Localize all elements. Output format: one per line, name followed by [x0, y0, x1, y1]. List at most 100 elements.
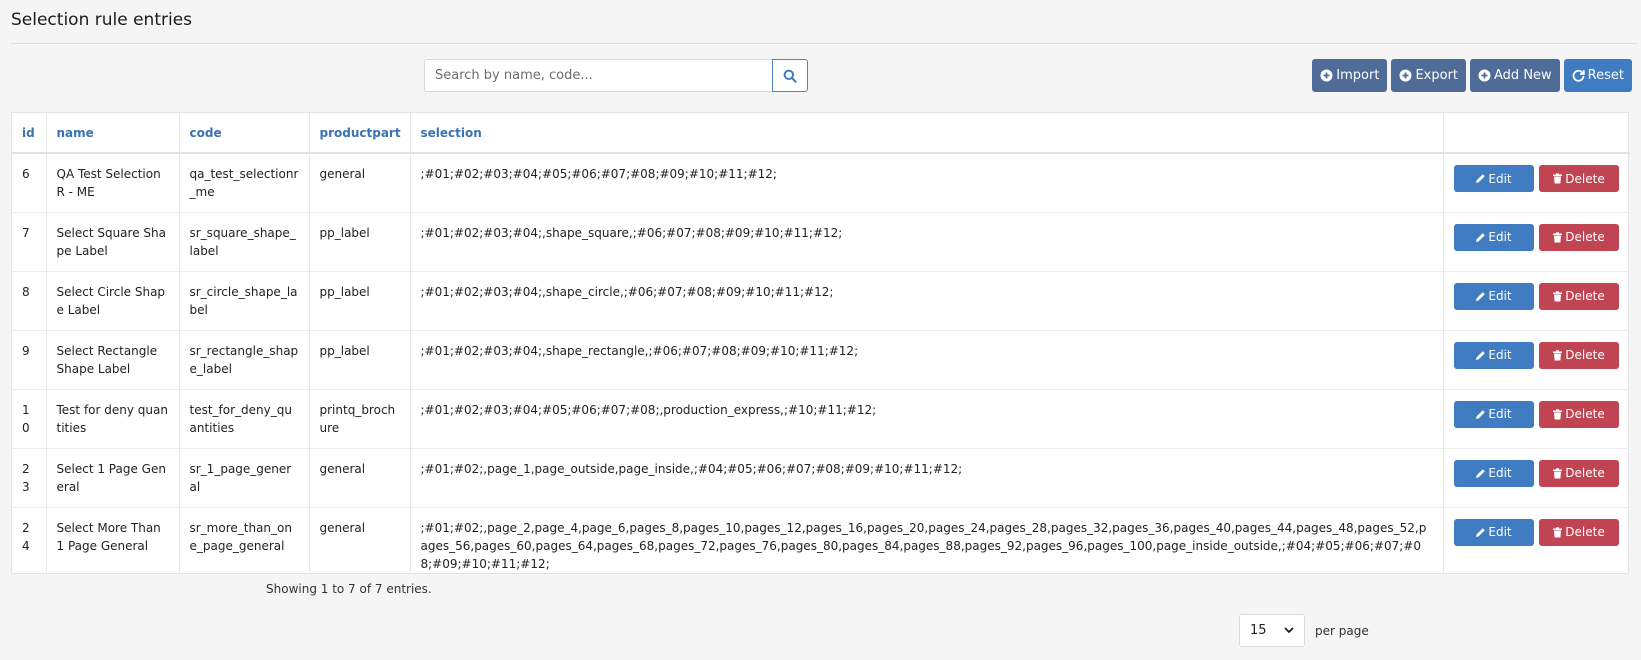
- entries-info: Showing 1 to 7 of 7 entries.: [266, 582, 432, 596]
- column-header-selection[interactable]: selection: [410, 113, 1444, 154]
- delete-button[interactable]: Delete: [1538, 518, 1619, 546]
- import-label: Import: [1336, 68, 1380, 83]
- cell-selection: ;#01;#02;,page_1,page_outside,page_insid…: [410, 447, 1444, 507]
- import-button[interactable]: Import: [1312, 59, 1388, 92]
- export-button[interactable]: Export: [1391, 59, 1467, 92]
- delete-button[interactable]: Delete: [1538, 223, 1619, 251]
- table-row: 24 Select More Than 1 Page General sr_mo…: [12, 506, 1630, 573]
- pencil-icon: [1475, 173, 1486, 184]
- pencil-icon: [1475, 409, 1486, 420]
- cell-actions: Edit Delete: [1443, 152, 1630, 212]
- edit-button[interactable]: Edit: [1453, 165, 1534, 192]
- pencil-icon: [1475, 527, 1486, 538]
- cell-actions: Edit Delete: [1443, 506, 1630, 573]
- edit-label: Edit: [1488, 171, 1512, 186]
- plus-circle-icon: [1320, 69, 1333, 82]
- cell-selection: ;#01;#02;,page_2,page_4,page_6,pages_8,p…: [410, 506, 1444, 573]
- cell-code: test_for_deny_quantities: [179, 388, 310, 448]
- cell-id: 6: [12, 152, 47, 212]
- delete-label: Delete: [1565, 171, 1605, 186]
- cell-actions: Edit Delete: [1443, 270, 1630, 330]
- cell-id: 8: [12, 270, 47, 330]
- edit-button[interactable]: Edit: [1453, 459, 1534, 487]
- column-header-actions: [1443, 113, 1630, 154]
- cell-code: sr_circle_shape_label: [179, 270, 310, 330]
- cell-actions: Edit Delete: [1443, 447, 1630, 507]
- delete-label: Delete: [1565, 289, 1605, 303]
- cell-name: Select Square Shape Label: [46, 211, 180, 271]
- cell-id: 24: [12, 506, 47, 573]
- cell-selection: ;#01;#02;#03;#04;#05;#06;#07;#08;,produc…: [410, 388, 1444, 448]
- cell-name: Select More Than 1 Page General: [46, 506, 180, 573]
- cell-name: Test for deny quantities: [46, 388, 180, 448]
- search-button[interactable]: [772, 59, 808, 92]
- per-page-select[interactable]: 15: [1239, 614, 1305, 647]
- trash-icon: [1552, 290, 1563, 302]
- cell-productpart: printq_brochure: [309, 388, 411, 448]
- pencil-icon: [1475, 350, 1486, 361]
- per-page-label: per page: [1315, 623, 1369, 638]
- page-header: Selection rule entries: [11, 0, 1637, 44]
- edit-button[interactable]: Edit: [1453, 223, 1534, 251]
- cell-id: 23: [12, 447, 47, 507]
- trash-icon: [1552, 349, 1563, 361]
- per-page-value: 15: [1250, 623, 1267, 638]
- table-header-row: id name code productpart selection: [12, 113, 1630, 154]
- delete-label: Delete: [1565, 230, 1605, 244]
- trash-icon: [1552, 526, 1563, 538]
- column-header-code[interactable]: code: [179, 113, 310, 154]
- column-header-name[interactable]: name: [46, 113, 180, 154]
- column-header-productpart[interactable]: productpart: [309, 113, 411, 154]
- search-input[interactable]: [424, 59, 772, 92]
- delete-button[interactable]: Delete: [1538, 400, 1619, 428]
- edit-button[interactable]: Edit: [1453, 518, 1534, 546]
- reset-label: Reset: [1587, 68, 1624, 83]
- edit-label: Edit: [1488, 407, 1512, 421]
- table-row: 10 Test for deny quantities test_for_den…: [12, 388, 1630, 448]
- cell-actions: Edit Delete: [1443, 388, 1630, 448]
- delete-button[interactable]: Delete: [1538, 282, 1619, 310]
- cell-code: qa_test_selectionr_me: [179, 152, 310, 212]
- chevron-down-icon: [1284, 627, 1294, 634]
- edit-label: Edit: [1488, 348, 1512, 362]
- trash-icon: [1552, 173, 1563, 184]
- table-row: 23 Select 1 Page General sr_1_page_gener…: [12, 447, 1630, 507]
- cell-id: 9: [12, 329, 47, 389]
- add-new-button[interactable]: Add New: [1470, 59, 1560, 92]
- search-group: [424, 59, 808, 92]
- pencil-icon: [1475, 232, 1486, 243]
- delete-button[interactable]: Delete: [1538, 341, 1619, 369]
- search-icon: [783, 69, 797, 83]
- toolbar-actions: Import Export Add New Reset: [1312, 59, 1632, 92]
- plus-circle-icon: [1478, 69, 1491, 82]
- trash-icon: [1552, 231, 1563, 243]
- trash-icon: [1552, 467, 1563, 479]
- per-page-control: 15 per page: [1239, 614, 1369, 647]
- cell-name: Select Circle Shape Label: [46, 270, 180, 330]
- cell-id: 10: [12, 388, 47, 448]
- table-row: 7 Select Square Shape Label sr_square_sh…: [12, 211, 1630, 271]
- reset-button[interactable]: Reset: [1563, 59, 1632, 92]
- delete-label: Delete: [1565, 348, 1605, 362]
- edit-button[interactable]: Edit: [1453, 341, 1534, 369]
- column-header-id[interactable]: id: [12, 113, 47, 154]
- edit-button[interactable]: Edit: [1453, 282, 1534, 310]
- delete-button[interactable]: Delete: [1538, 459, 1619, 487]
- cell-name: Select 1 Page General: [46, 447, 180, 507]
- refresh-icon: [1572, 69, 1585, 82]
- cell-productpart: general: [309, 506, 411, 573]
- cell-selection: ;#01;#02;#03;#04;,shape_rectangle,;#06;#…: [410, 329, 1444, 389]
- edit-button[interactable]: Edit: [1453, 400, 1534, 428]
- cell-code: sr_rectangle_shape_label: [179, 329, 310, 389]
- trash-icon: [1552, 408, 1563, 420]
- delete-label: Delete: [1565, 466, 1605, 480]
- cell-selection: ;#01;#02;#03;#04;#05;#06;#07;#08;#09;#10…: [410, 152, 1444, 212]
- cell-productpart: pp_label: [309, 329, 411, 389]
- cell-productpart: general: [309, 152, 411, 212]
- edit-label: Edit: [1488, 525, 1512, 539]
- page-title: Selection rule entries: [11, 10, 193, 30]
- edit-label: Edit: [1488, 466, 1512, 480]
- delete-button[interactable]: Delete: [1538, 165, 1619, 192]
- cell-productpart: pp_label: [309, 211, 411, 271]
- cell-name: QA Test SelectionR - ME: [46, 152, 180, 212]
